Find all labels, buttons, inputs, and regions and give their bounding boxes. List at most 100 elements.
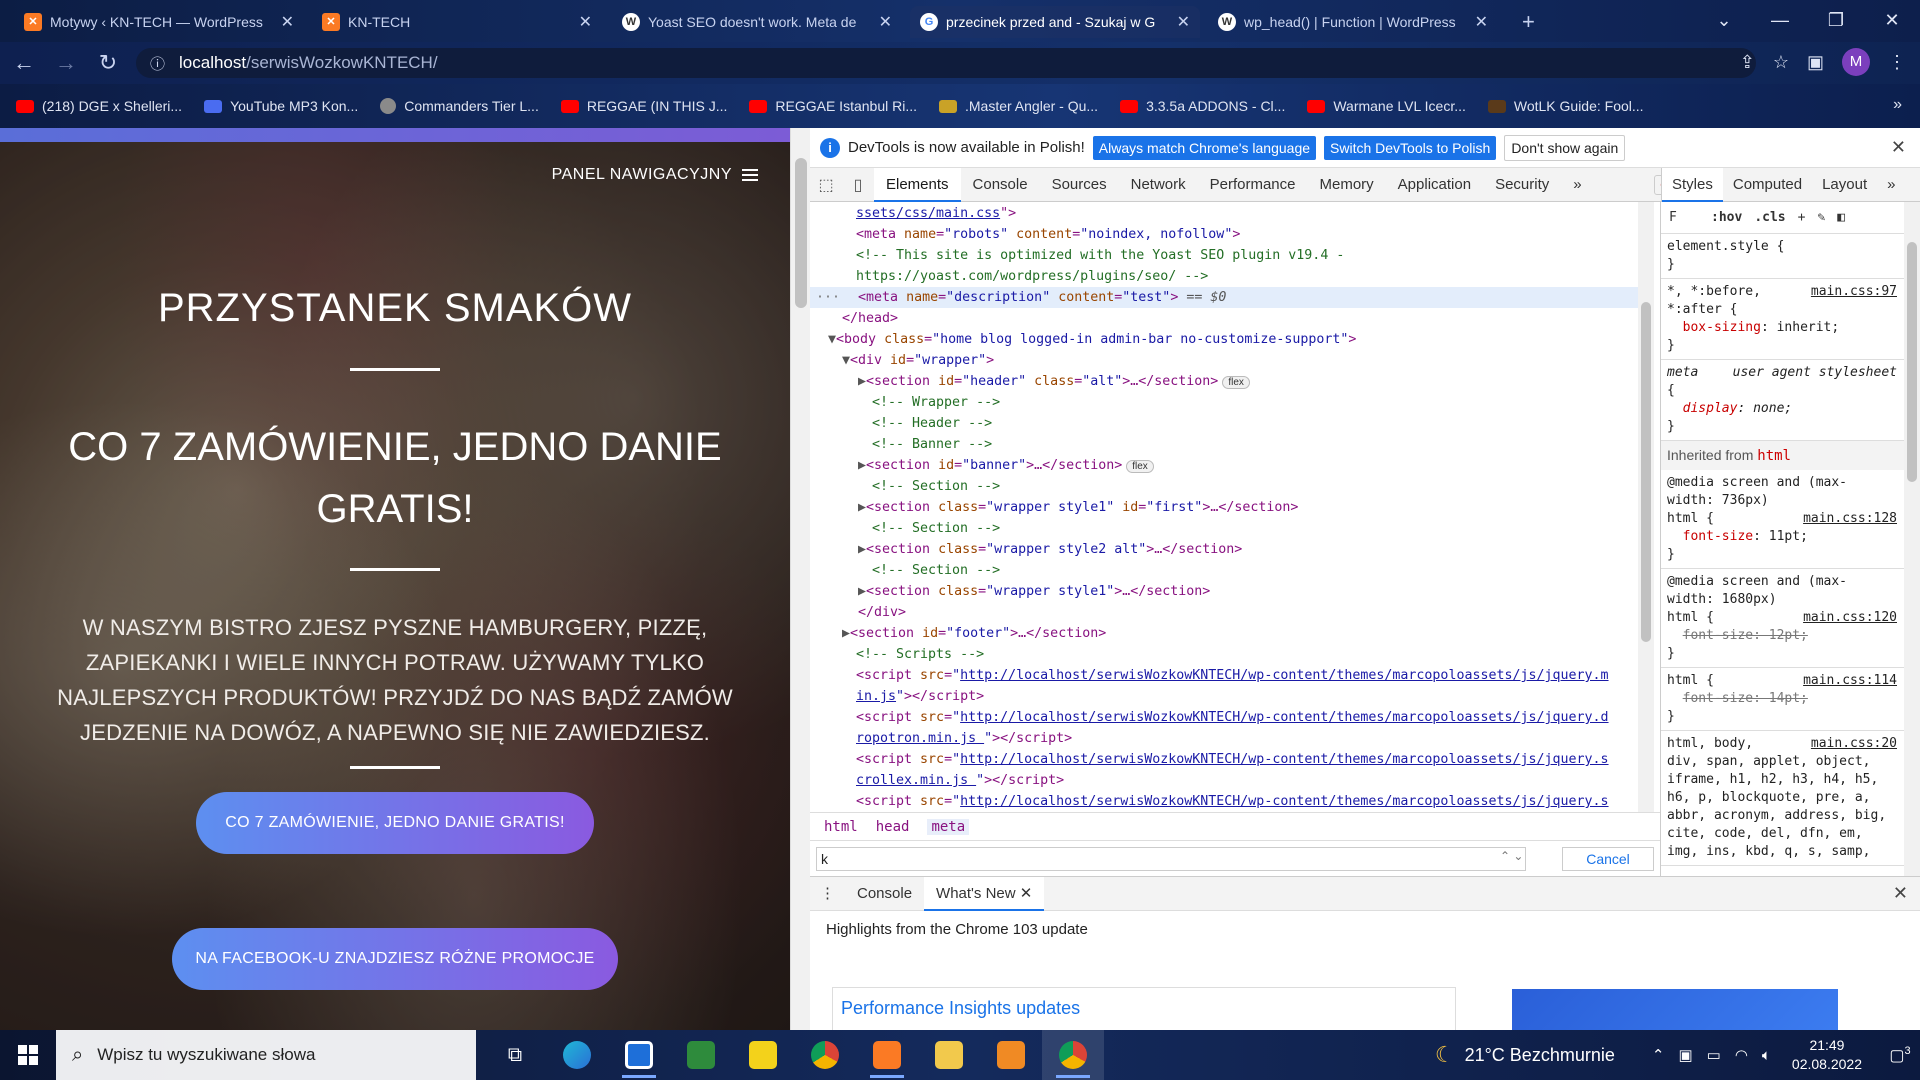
elements-tree[interactable]: ssets/css/main.css"> <meta name="robots"… xyxy=(810,202,1660,812)
page-scrollbar[interactable] xyxy=(790,128,810,1030)
bookmark-item[interactable]: 3.3.5a ADDONS - Cl... xyxy=(1120,98,1285,114)
drawer-menu-icon[interactable]: ⋮ xyxy=(810,877,845,911)
restore-icon[interactable]: ❐ xyxy=(1808,0,1864,40)
task-view-icon[interactable]: ⧉ xyxy=(484,1030,546,1080)
dom-node[interactable]: <script src="http://localhost/serwisWozk… xyxy=(856,665,1609,686)
dom-node-selected[interactable]: ··· <meta name="description" content="tes… xyxy=(810,287,1646,308)
sticky-notes-icon[interactable] xyxy=(732,1030,794,1080)
address-bar[interactable]: ⓘ localhost/serwisWozkowKNTECH/ xyxy=(136,48,1756,78)
styles-filter-input[interactable]: F xyxy=(1669,210,1699,225)
chrome-icon[interactable] xyxy=(794,1030,856,1080)
bookmark-item[interactable]: REGGAE (IN THIS J... xyxy=(560,98,727,114)
tab-yoast[interactable]: W Yoast SEO doesn't work. Meta de ✕ xyxy=(612,6,902,38)
volume-icon[interactable]: 🔈︎ xyxy=(1762,1047,1771,1064)
more-tabs-button[interactable]: » xyxy=(1561,168,1593,202)
dom-node[interactable]: </head> xyxy=(842,308,898,329)
dom-comment[interactable]: <!-- Section --> xyxy=(872,560,1000,581)
switch-language-button[interactable]: Switch DevTools to Polish xyxy=(1324,135,1497,160)
media-player-icon[interactable] xyxy=(980,1030,1042,1080)
dom-comment[interactable]: <!-- Banner --> xyxy=(872,434,992,455)
tab-elements[interactable]: Elements xyxy=(874,167,961,202)
style-rule[interactable]: user agent stylesheet meta{ display: none… xyxy=(1661,360,1905,441)
scroll-thumb[interactable] xyxy=(1907,242,1917,482)
close-icon[interactable]: ✕ xyxy=(1020,885,1033,902)
network-adapter-icon[interactable]: ▣ xyxy=(1678,1046,1692,1064)
close-icon[interactable]: ✕ xyxy=(1475,12,1488,32)
style-rule[interactable]: main.css:20 html, body, div, span, applet,… xyxy=(1661,731,1905,866)
dom-node[interactable]: <script src="http://localhost/serwisWozk… xyxy=(856,791,1609,812)
close-icon[interactable]: ✕ xyxy=(1177,12,1190,32)
bookmark-item[interactable]: YouTube MP3 Kon... xyxy=(204,98,358,114)
breadcrumb-head[interactable]: head xyxy=(876,819,910,835)
more-tabs-button[interactable]: » xyxy=(1877,168,1905,202)
search-cancel-button[interactable]: Cancel xyxy=(1562,847,1654,871)
bookmark-item[interactable]: (218) DGE x Shelleri... xyxy=(16,98,182,114)
dom-comment[interactable]: <!-- This site is optimized with the Yoa… xyxy=(856,245,1344,266)
bookmarks-more-button[interactable]: » xyxy=(1893,96,1902,114)
dom-node[interactable]: ▶<section class="wrapper style1">…</sect… xyxy=(858,581,1210,602)
dom-comment[interactable]: <!-- Section --> xyxy=(872,476,1000,497)
dom-comment[interactable]: <!-- Section --> xyxy=(872,518,1000,539)
tab-computed[interactable]: Computed xyxy=(1723,168,1812,202)
dom-node[interactable]: in.js"></script> xyxy=(856,686,984,707)
chevron-up-icon[interactable]: ⌃ xyxy=(1652,1046,1665,1064)
bookmark-item[interactable]: REGGAE Istanbul Ri... xyxy=(749,98,917,114)
chrome-active-icon[interactable] xyxy=(1042,1030,1104,1080)
dom-node[interactable]: ▶<section id="banner">…</section> flex xyxy=(858,455,1154,476)
notifications-button[interactable]: ▢3 xyxy=(1880,1045,1920,1065)
dom-node[interactable]: ▶<section id="footer">…</section> xyxy=(842,623,1106,644)
back-icon[interactable]: ← xyxy=(6,45,42,81)
tab-sources[interactable]: Sources xyxy=(1040,168,1119,202)
inherited-tag[interactable]: html xyxy=(1757,448,1791,464)
edge-icon[interactable] xyxy=(546,1030,608,1080)
hov-toggle[interactable]: :hov xyxy=(1711,210,1742,225)
promo-button[interactable]: CO 7 ZAMÓWIENIE, JEDNO DANIE GRATIS! xyxy=(196,792,594,854)
site-info-icon[interactable]: ⓘ xyxy=(150,53,165,74)
close-icon[interactable]: ✕ xyxy=(281,12,294,32)
tab-google[interactable]: G przecinek przed and - Szukaj w G ✕ xyxy=(910,6,1200,38)
match-language-button[interactable]: Always match Chrome's language xyxy=(1092,135,1317,160)
file-explorer-icon[interactable] xyxy=(918,1030,980,1080)
drawer-tab-whats-new[interactable]: What's New ✕ xyxy=(924,876,1045,911)
dom-node[interactable]: ropotron.min.js "></script> xyxy=(856,728,1072,749)
reload-icon[interactable]: ↻ xyxy=(90,45,126,81)
style-rule[interactable]: main.css:114 html { font-size: 14pt;} xyxy=(1661,668,1905,731)
tab-memory[interactable]: Memory xyxy=(1308,168,1386,202)
profile-avatar[interactable]: M xyxy=(1842,48,1870,76)
search-nav-arrows-icon[interactable]: ⌃ ⌄ xyxy=(1500,849,1523,863)
bookmark-item[interactable]: Commanders Tier L... xyxy=(380,98,539,114)
whats-new-card[interactable]: Performance Insights updates xyxy=(832,987,1456,1031)
elements-scrollbar[interactable] xyxy=(1638,202,1654,812)
tab-layout[interactable]: Layout xyxy=(1812,168,1877,202)
dom-node[interactable]: ▼<div id="wrapper"> xyxy=(842,350,994,371)
start-button[interactable] xyxy=(0,1030,56,1080)
style-rule[interactable]: main.css:97 *, *:before, *:after { box-siz… xyxy=(1661,279,1905,360)
dom-node[interactable]: </div> xyxy=(858,602,906,623)
dom-comment[interactable]: https://yoast.com/wordpress/plugins/seo/… xyxy=(856,266,1208,287)
new-tab-button[interactable]: + xyxy=(1512,6,1552,38)
minimize-icon[interactable]: — xyxy=(1752,0,1808,40)
forward-icon[interactable]: → xyxy=(48,45,84,81)
dont-show-again-button[interactable]: Don't show again xyxy=(1504,134,1626,161)
bookmark-star-icon[interactable]: ☆ xyxy=(1773,52,1789,73)
dom-node[interactable]: ▼<body class="home blog logged-in admin-… xyxy=(828,329,1356,350)
scroll-thumb[interactable] xyxy=(1641,302,1651,642)
elements-search-input[interactable]: k xyxy=(816,847,1526,871)
weather-widget[interactable]: ☾ 21°C Bezchmurnie xyxy=(1435,1042,1615,1068)
bookmark-item[interactable]: Warmane LVL Icecr... xyxy=(1307,98,1466,114)
inspect-icon[interactable]: ⬚ xyxy=(810,175,842,195)
close-drawer-icon[interactable]: ✕ xyxy=(1893,883,1908,904)
dom-node[interactable]: <script src="http://localhost/serwisWozk… xyxy=(856,707,1609,728)
dom-node[interactable]: ▶<section class="wrapper style2 alt">…</… xyxy=(858,539,1242,560)
nav-panel-toggle[interactable]: PANEL NAWIGACYJNY xyxy=(552,166,758,184)
bookmark-item[interactable]: .Master Angler - Qu... xyxy=(939,98,1098,114)
dom-node[interactable]: crollex.min.js "></script> xyxy=(856,770,1064,791)
dom-node[interactable]: ▶<section id="header" class="alt">…</sec… xyxy=(858,371,1250,392)
tab-styles[interactable]: Styles xyxy=(1662,167,1723,202)
add-rule-icon[interactable]: + xyxy=(1798,210,1806,225)
tab-wp-head[interactable]: W wp_head() | Function | WordPress ✕ xyxy=(1208,6,1498,38)
paint-icon[interactable]: ✎ xyxy=(1817,210,1825,225)
cls-toggle[interactable]: .cls xyxy=(1754,210,1785,225)
tab-performance[interactable]: Performance xyxy=(1198,168,1308,202)
spreadsheet-app-icon[interactable] xyxy=(670,1030,732,1080)
